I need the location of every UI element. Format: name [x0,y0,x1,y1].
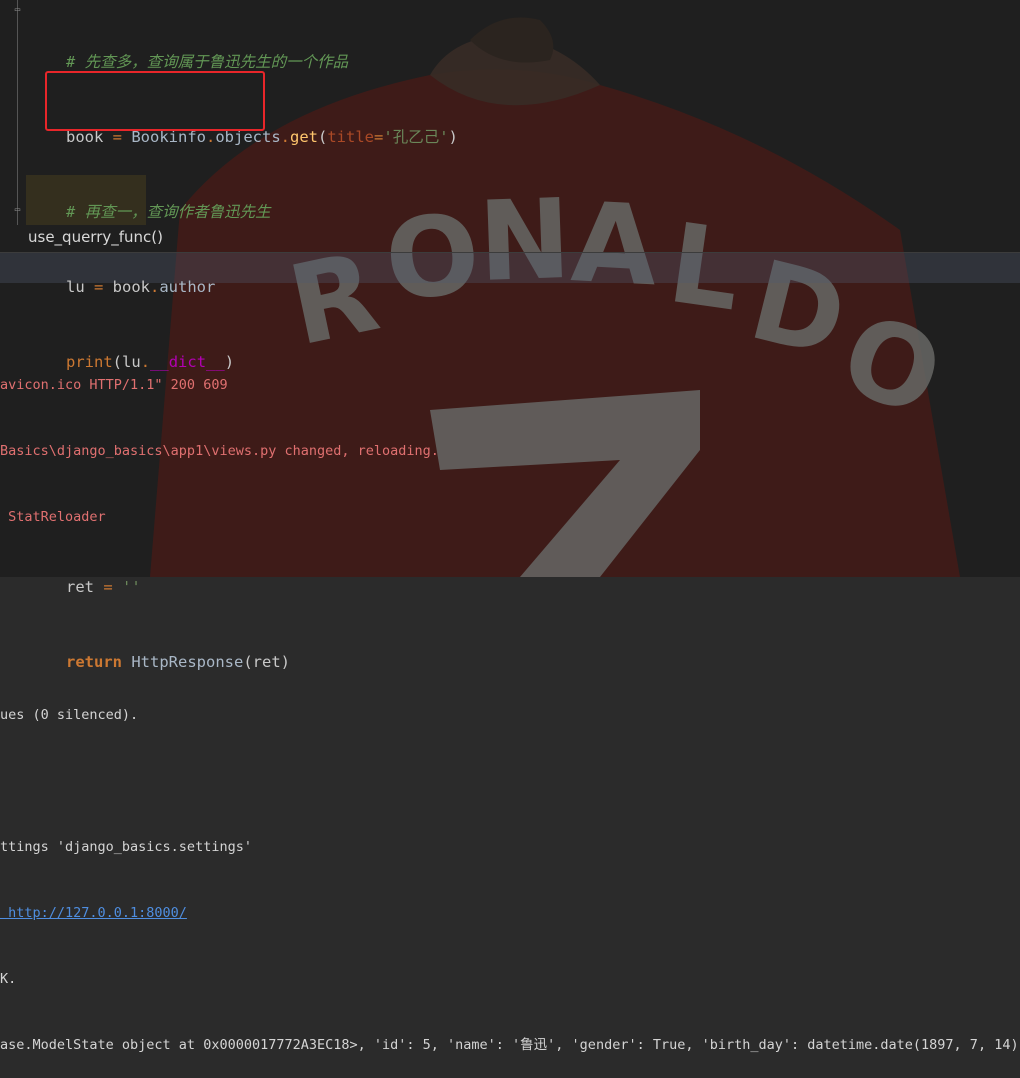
dot: . [150,278,160,296]
dot: . [280,128,290,146]
console-line: K. [0,971,17,987]
string-literal: '孔乙己' [383,128,449,146]
fold-icon[interactable]: ▭ [13,206,22,215]
console-line: StatReloader [0,509,106,525]
console-line: avicon.ico HTTP/1.1" 200 609 [0,377,228,393]
operator: = [84,278,113,296]
paren: ) [448,128,458,146]
editor-gutter: ▭ ▭ [0,0,26,225]
variable: lu [66,278,85,296]
server-url-link[interactable]: http://127.0.0.1:8000/ [0,902,1020,924]
console-line: ttings 'django_basics.settings' [0,839,252,855]
code-comment: # 再查一，查询作者鲁迅先生 [66,203,271,221]
code-comment: # 先查多，查询属于鲁迅先生的一个作品 [66,53,349,71]
console-line: Basics\django_basics\app1\views.py chang… [0,443,439,459]
console-line: ues (0 silenced). [0,707,139,723]
breadcrumb[interactable]: use_querry_func() [28,228,163,246]
code-line: lu = book.author [66,275,458,300]
attribute: author [159,278,216,296]
annotation-highlight-box [45,71,265,131]
fold-icon[interactable]: ▭ [13,6,22,15]
code-line: # 再查一，查询作者鲁迅先生 [66,200,458,225]
run-console[interactable]: avicon.ico HTTP/1.1" 200 609 Basics\djan… [0,330,1020,1078]
variable: book [112,278,150,296]
operator: = [374,128,384,146]
console-line: ase.ModelState object at 0x0000017772A3E… [0,1037,1020,1053]
gutter-line [17,0,18,225]
param-name: title [327,128,375,146]
function-name: get [290,128,318,146]
paren: ( [318,128,328,146]
